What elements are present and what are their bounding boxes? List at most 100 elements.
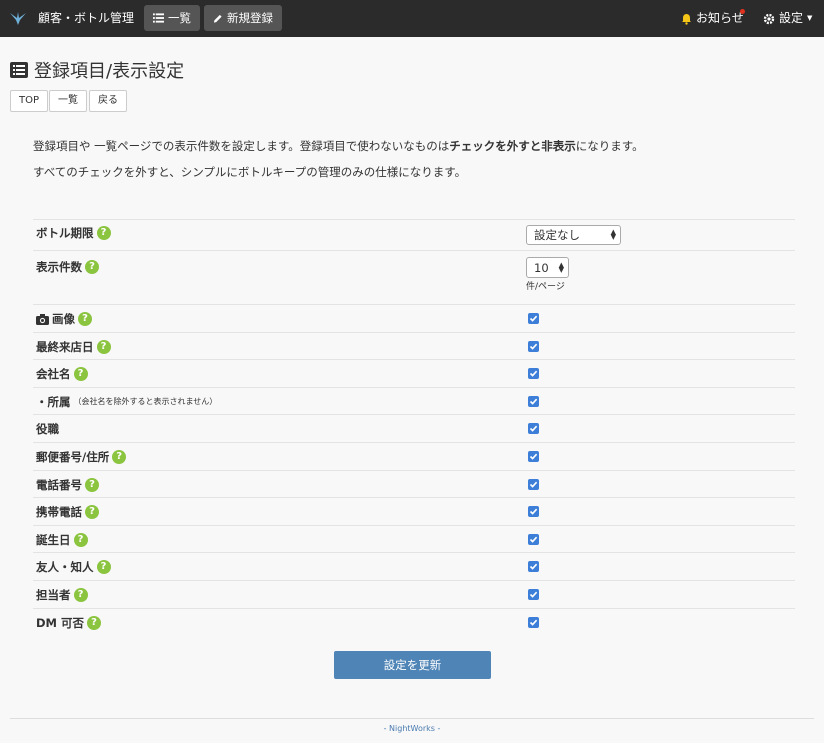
description-text-c: になります。 — [575, 139, 644, 153]
page-size-label: 表示件数 ? — [36, 259, 99, 275]
field-row: 担当者? — [33, 580, 795, 608]
brand-title[interactable]: 顧客・ボトル管理 — [38, 0, 134, 37]
back-button[interactable]: 戻る — [89, 90, 127, 112]
select-arrows-icon: ▲ ▼ — [610, 228, 616, 241]
bottle-expiry-label: ボトル期限 ? — [36, 225, 111, 241]
page-size-row: 表示件数 ? 10 ▲ ▼ 件/ページ — [33, 250, 795, 304]
bell-icon — [682, 13, 691, 25]
field-visibility-checkbox[interactable] — [528, 506, 539, 518]
field-label: 役職 — [36, 421, 59, 437]
update-settings-button[interactable]: 設定を更新 — [334, 651, 491, 679]
help-icon[interactable]: ? — [78, 312, 92, 326]
page-size-value: 10 — [534, 260, 549, 275]
field-row: 会社名? — [33, 359, 795, 387]
list-button[interactable]: 一覧 — [144, 5, 200, 31]
bottle-expiry-value: 設定なし — [534, 228, 580, 242]
field-label-text: 郵便番号/住所 — [36, 450, 110, 464]
checkmark-icon — [529, 426, 538, 433]
notifications-link[interactable]: お知らせ — [681, 0, 744, 37]
field-visibility-checkbox[interactable] — [528, 616, 539, 628]
field-label: DM 可否? — [36, 615, 101, 631]
camera-icon — [36, 313, 49, 325]
field-row: 誕生日? — [33, 524, 795, 553]
notification-badge-dot — [740, 9, 745, 14]
description-line-1: 登録項目や 一覧ページでの表示件数を設定します。登録項目で使わないなものはチェッ… — [33, 138, 644, 154]
top-button[interactable]: TOP — [10, 90, 49, 112]
description-text-a: 登録項目や 一覧ページでの表示件数を設定します。登録項目で使わないなものは — [33, 139, 450, 153]
checkmark-icon — [529, 591, 538, 598]
field-row: 最終来店日? — [33, 331, 795, 360]
field-row: 役職 — [33, 414, 795, 442]
field-visibility-checkbox[interactable] — [528, 368, 539, 380]
list-nav-button[interactable]: 一覧 — [49, 90, 87, 112]
checkmark-icon — [529, 564, 538, 571]
field-visibility-checkbox[interactable] — [528, 451, 539, 462]
field-visibility-checkbox[interactable] — [528, 533, 539, 545]
field-visibility-checkbox[interactable] — [528, 589, 539, 600]
field-row: 電話番号? — [33, 469, 795, 498]
help-icon[interactable]: ? — [73, 588, 88, 602]
field-label-text: DM 可否 — [36, 615, 84, 630]
footer-divider — [10, 718, 814, 719]
help-icon[interactable]: ? — [87, 615, 101, 630]
field-label: ・所属 （会社名を除外すると表示されません） — [36, 394, 217, 410]
field-label-text: 電話番号 — [36, 477, 82, 492]
page-title: 登録項目/表示設定 — [10, 57, 184, 83]
top-navbar: 顧客・ボトル管理 一覧 新規登録 お知らせ 設定 ▼ — [0, 0, 824, 37]
help-icon[interactable]: ? — [73, 367, 88, 382]
field-label: 担当者? — [36, 587, 88, 603]
list-alt-icon — [10, 62, 28, 78]
field-visibility-checkbox[interactable] — [528, 395, 539, 407]
notifications-label: お知らせ — [696, 11, 744, 25]
help-icon[interactable]: ? — [85, 260, 99, 274]
field-row: 友人・知人? — [33, 552, 795, 580]
help-icon[interactable]: ? — [73, 532, 88, 547]
caret-down-icon: ▼ — [807, 14, 813, 22]
help-icon[interactable]: ? — [96, 560, 111, 575]
help-icon[interactable]: ? — [85, 477, 99, 492]
field-visibility-checkbox[interactable] — [528, 340, 539, 352]
page-size-unit: 件/ページ — [526, 282, 565, 292]
list-icon — [153, 13, 164, 23]
checkmark-icon — [529, 343, 538, 350]
field-visibility-checkbox[interactable] — [528, 478, 539, 490]
field-label-text: 会社名 — [36, 367, 71, 382]
field-label-text: ・所属 — [36, 394, 71, 409]
field-note: （会社名を除外すると表示されません） — [73, 397, 218, 407]
settings-dropdown[interactable]: 設定 ▼ — [763, 0, 812, 37]
help-icon[interactable]: ? — [85, 505, 99, 520]
new-register-label: 新規登録 — [227, 11, 273, 25]
page-size-select[interactable]: 10 ▲ ▼ — [526, 257, 569, 278]
checkmark-icon — [529, 370, 538, 377]
bottle-expiry-select[interactable]: 設定なし ▲ ▼ — [526, 225, 621, 245]
field-label: 電話番号? — [36, 477, 99, 493]
help-icon[interactable]: ? — [96, 339, 111, 354]
bottle-expiry-text: ボトル期限 — [36, 226, 94, 240]
bottle-expiry-row: ボトル期限 ? 設定なし ▲ ▼ — [33, 219, 795, 250]
field-visibility-checkbox[interactable] — [528, 423, 539, 435]
field-row: 画像? — [33, 304, 795, 332]
help-icon[interactable]: ? — [96, 226, 111, 240]
gear-icon — [763, 13, 775, 24]
field-label-text: 誕生日 — [36, 532, 71, 547]
select-arrows-icon: ▲ ▼ — [558, 260, 564, 274]
page-title-text: 登録項目/表示設定 — [34, 61, 185, 82]
field-visibility-checkbox[interactable] — [528, 313, 539, 324]
field-row: 携帯電話? — [33, 497, 795, 525]
field-row: ・所属 （会社名を除外すると表示されません） — [33, 386, 795, 415]
field-label-text: 役職 — [36, 422, 59, 437]
field-visibility-checkbox[interactable] — [528, 561, 539, 573]
footer-credit[interactable]: - NightWorks - — [0, 724, 824, 733]
bird-logo-icon[interactable] — [8, 8, 28, 28]
description-text-bold: チェックを外すと非表示 — [449, 139, 576, 153]
list-button-label: 一覧 — [168, 11, 191, 25]
help-icon[interactable]: ? — [112, 450, 127, 464]
field-label-text: 担当者 — [36, 588, 71, 602]
description-line-2: すべてのチェックを外すと、シンプルにボトルキープの管理のみの仕様になります。 — [33, 165, 467, 179]
field-label: 携帯電話? — [36, 504, 99, 520]
checkmark-icon — [529, 508, 538, 515]
checkmark-icon — [529, 398, 538, 405]
new-register-button[interactable]: 新規登録 — [204, 5, 282, 31]
field-row: 郵便番号/住所? — [33, 442, 795, 470]
settings-label: 設定 — [779, 11, 804, 25]
